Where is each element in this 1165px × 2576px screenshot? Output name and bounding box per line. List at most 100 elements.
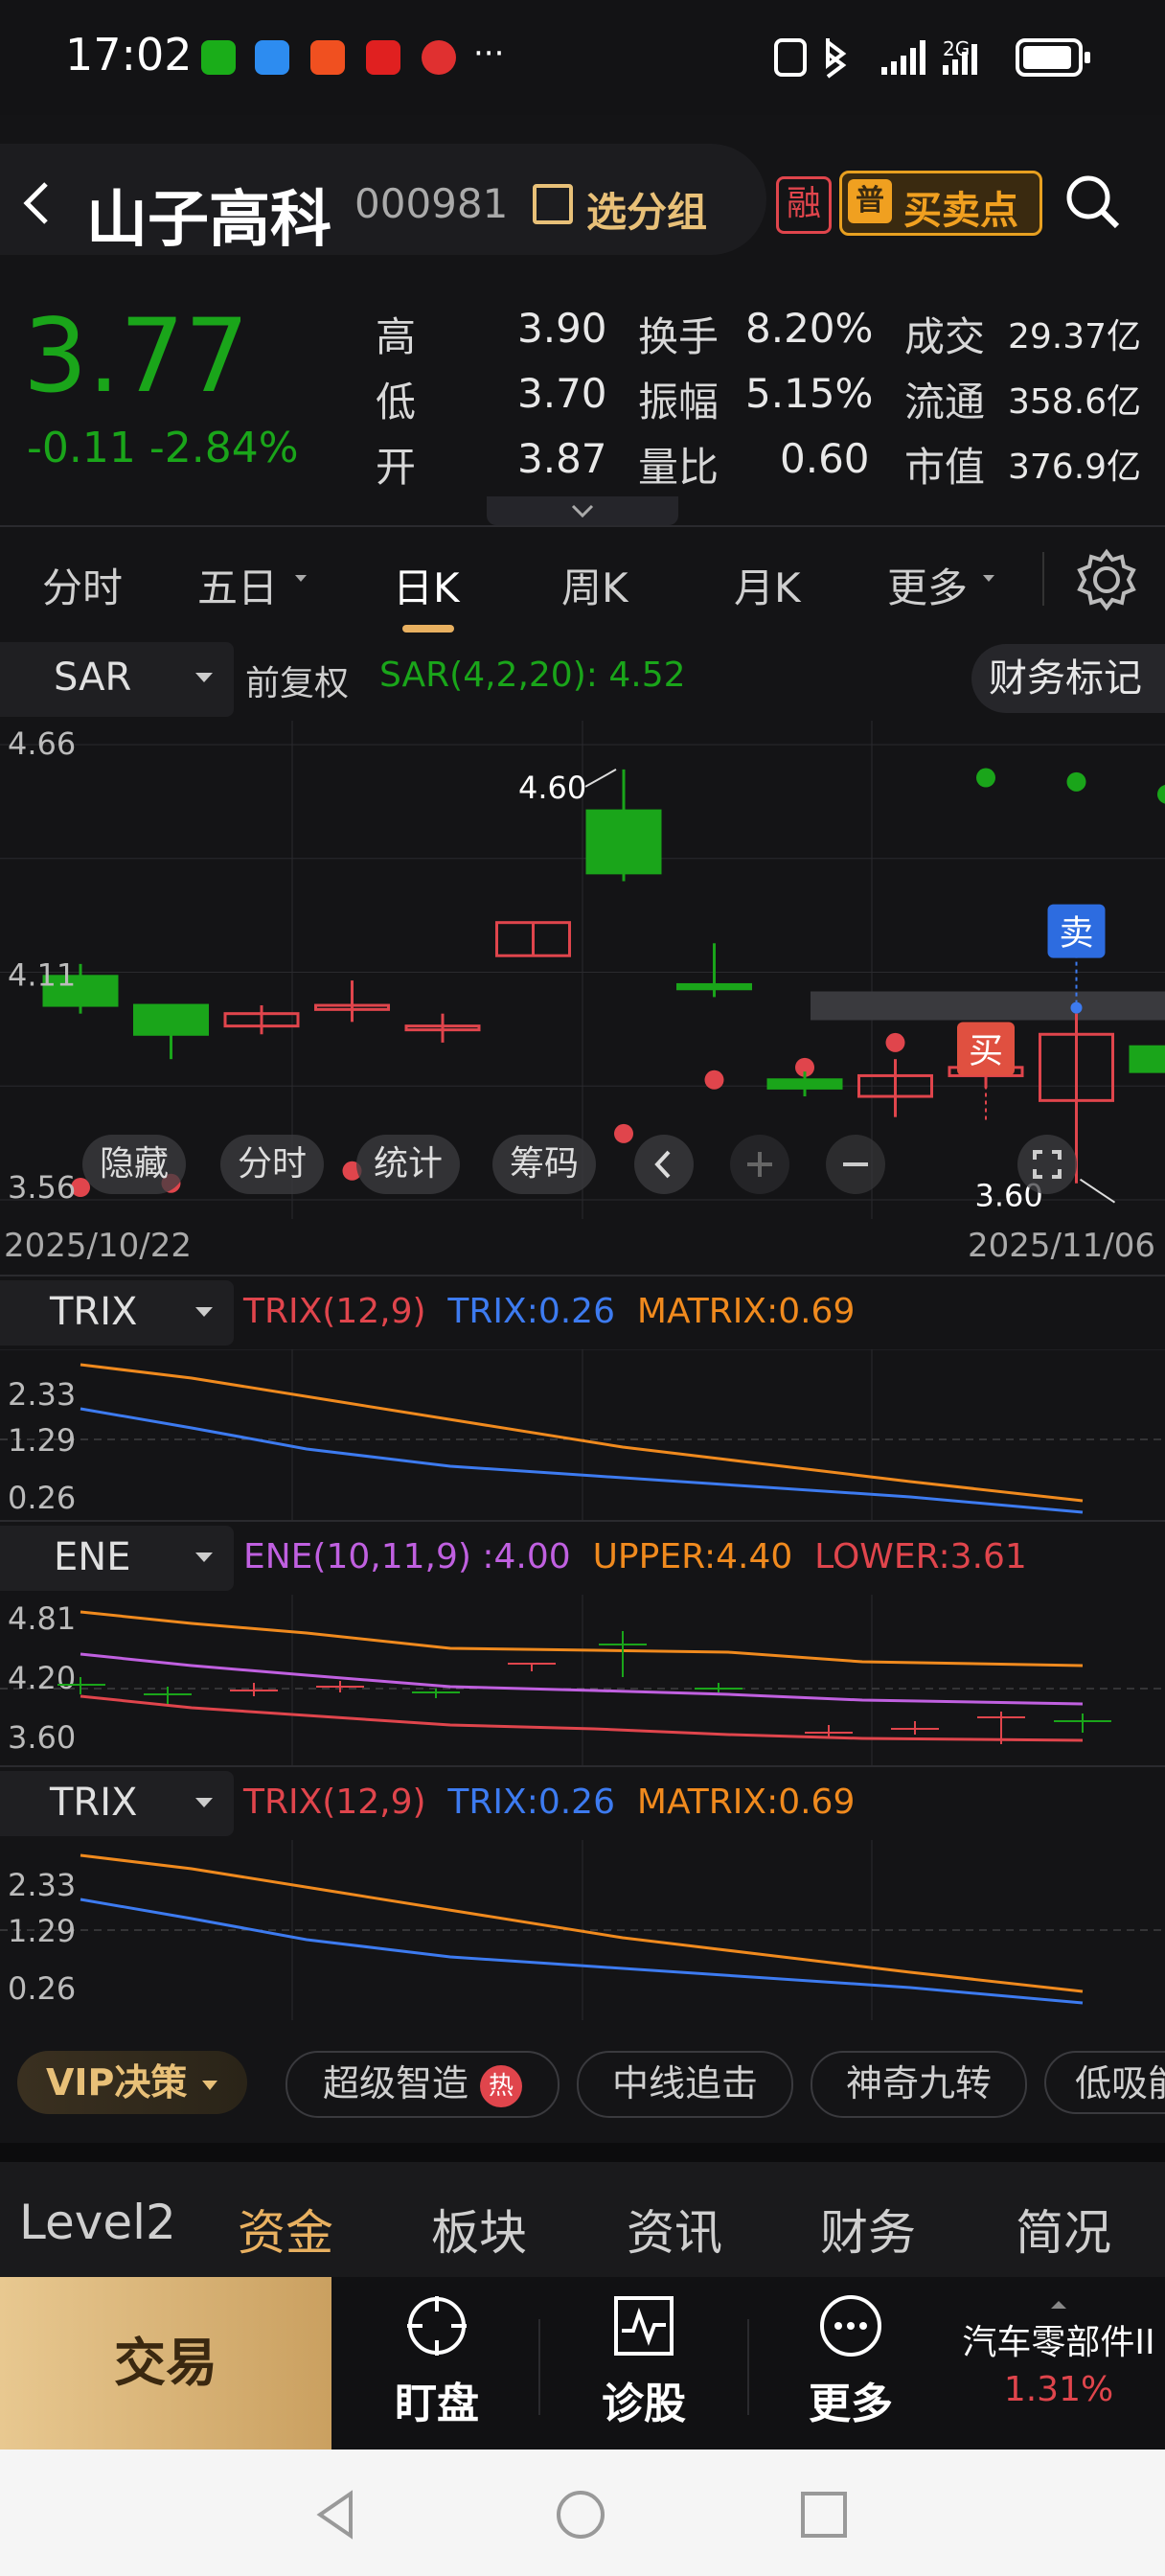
expand-quote-button[interactable]	[487, 496, 678, 525]
tab-sector[interactable]: 板块	[431, 2195, 527, 2264]
candle-body	[585, 809, 662, 875]
app-c-icon	[422, 40, 456, 75]
date-end: 2025/11/06	[968, 1227, 1155, 1265]
buy-sell-point-label: 买卖点	[903, 189, 1018, 233]
axis-tick: 0.26	[8, 1970, 76, 2007]
diagnose-button[interactable]: 诊股	[548, 2292, 740, 2430]
finance-mark-button[interactable]: 财务标记	[971, 644, 1165, 713]
sar-value: 4.52	[608, 656, 686, 695]
date-axis: 2025/10/22 2025/11/06	[0, 1219, 1165, 1273]
back-arrow-icon[interactable]	[17, 178, 56, 228]
tab-funds[interactable]: 资金	[238, 2195, 333, 2264]
chip-midline[interactable]: 中线追击	[577, 2051, 793, 2118]
chip-label: 超级智造	[322, 2062, 468, 2104]
gear-icon[interactable]	[1073, 546, 1140, 613]
adjust-type[interactable]: 前复权	[245, 656, 349, 705]
tab-daily-k[interactable]: 日K	[393, 556, 460, 614]
caret-down-icon	[295, 575, 307, 582]
caret-down-icon	[201, 2080, 217, 2090]
indicator-selector[interactable]: SAR	[0, 642, 234, 717]
chip-low-buy[interactable]: 低吸能	[1044, 2051, 1165, 2114]
tab-intraday[interactable]: 分时	[42, 556, 123, 614]
open-label: 开	[376, 444, 417, 491]
nav-recents-icon[interactable]	[799, 2490, 849, 2540]
axis-tick: 2.33	[8, 1867, 76, 1903]
amplitude-value: 5.15%	[745, 370, 874, 417]
turnover-label: 换手	[638, 313, 720, 360]
more-button[interactable]: 更多	[755, 2292, 947, 2430]
tab-five-day[interactable]: 五日	[197, 556, 278, 614]
chevron-left-icon	[654, 1150, 671, 1179]
sar-param: SAR(4,2,20):	[379, 656, 598, 695]
tab-news[interactable]: 资讯	[627, 2195, 722, 2264]
watch-label: 盯盘	[395, 2380, 479, 2428]
trix-panel-1: TRIX TRIX(12,9) TRIX:0.26 MATRIX:0.69 2.…	[0, 1275, 1165, 1520]
statistics-button[interactable]: 统计	[356, 1135, 460, 1194]
more-label: 更多	[809, 2380, 893, 2428]
date-start: 2025/10/22	[4, 1227, 192, 1265]
fullscreen-button[interactable]	[1017, 1135, 1077, 1194]
tab-level2[interactable]: Level2	[19, 2195, 176, 2250]
zoom-in-button[interactable]	[730, 1135, 789, 1194]
matrix-line	[80, 1363, 1084, 1503]
search-icon[interactable]	[1062, 171, 1123, 232]
hide-button[interactable]: 隐藏	[82, 1135, 186, 1194]
select-group-button[interactable]: 选分组	[586, 180, 707, 239]
indicator-name: SAR	[54, 656, 132, 700]
margin-trading-badge[interactable]: 融	[776, 176, 832, 234]
nav-home-icon[interactable]	[554, 2488, 607, 2542]
chip-magic-nine[interactable]: 神奇九转	[811, 2051, 1027, 2118]
stock-code: 000981	[354, 180, 509, 227]
axis-tick: 4.11	[8, 957, 76, 994]
trix-selector[interactable]: TRIX	[0, 1771, 234, 1836]
nav-back-icon[interactable]	[312, 2488, 360, 2542]
sector-ticker[interactable]: 汽车零部件II 1.31%	[952, 2296, 1165, 2409]
ene-upper: UPPER:4.40	[592, 1537, 793, 1576]
trix-selector[interactable]: TRIX	[0, 1280, 234, 1346]
change-percent: -2.84%	[148, 424, 299, 472]
chip-distribution-button[interactable]: 筹码	[492, 1135, 596, 1194]
intraday-button[interactable]: 分时	[220, 1135, 324, 1194]
checkbox-edit-icon[interactable]	[533, 184, 573, 224]
vip-label: VIP决策	[46, 2061, 188, 2104]
ene-panel: ENE ENE(10,11,9) :4.00 UPPER:4.40 LOWER:…	[0, 1520, 1165, 1765]
tab-profile[interactable]: 简况	[1016, 2195, 1111, 2264]
more-circle-icon	[820, 2295, 881, 2357]
buy-sell-point-button[interactable]: 普 买卖点	[839, 171, 1042, 236]
sar-dot	[1066, 771, 1086, 792]
sar-dot	[704, 1070, 724, 1090]
candle	[1129, 1045, 1165, 1073]
trix-value: TRIX:0.26	[447, 1292, 615, 1331]
low-pointer	[1079, 1178, 1116, 1204]
tab-monthly-k[interactable]: 月K	[734, 556, 801, 614]
float-cap-value: 358.6亿	[1008, 382, 1142, 422]
ene-selector[interactable]: ENE	[0, 1526, 234, 1591]
chip-super-smart[interactable]: 超级智造 热	[286, 2051, 560, 2118]
watch-button[interactable]: 盯盘	[341, 2292, 533, 2430]
trix-legend: TRIX(12,9) TRIX:0.26 MATRIX:0.69	[243, 1292, 855, 1331]
caret-down-icon	[195, 1798, 213, 1807]
high-value: 3.90	[517, 305, 607, 352]
wechat-icon	[201, 40, 236, 75]
system-status-icons: 2G	[774, 37, 1090, 79]
tab-weekly-k[interactable]: 周K	[561, 556, 628, 614]
trix-line	[80, 1898, 1084, 2005]
diagnose-label: 诊股	[602, 2380, 686, 2428]
pulse-chart-icon	[614, 2296, 674, 2356]
tab-finance[interactable]: 财务	[820, 2195, 916, 2264]
ene-chart: 4.81 4.20 3.60	[0, 1595, 1165, 1765]
nfc-icon	[774, 38, 807, 77]
zoom-out-button[interactable]	[826, 1135, 885, 1194]
trix-line	[80, 1407, 1084, 1514]
turnover-value: 8.20%	[745, 305, 874, 352]
tab-more[interactable]: 更多	[887, 556, 968, 614]
matrix-line	[80, 1853, 1084, 1993]
status-time: 17:02	[65, 29, 193, 80]
high-label: 高	[376, 313, 417, 360]
candle	[314, 980, 390, 1023]
scroll-left-button[interactable]	[634, 1135, 694, 1194]
trade-button[interactable]: 交易	[0, 2277, 331, 2450]
axis-tick: 3.56	[8, 1169, 76, 1206]
minus-icon	[843, 1162, 868, 1166]
vip-decision-button[interactable]: VIP决策	[17, 2051, 247, 2114]
